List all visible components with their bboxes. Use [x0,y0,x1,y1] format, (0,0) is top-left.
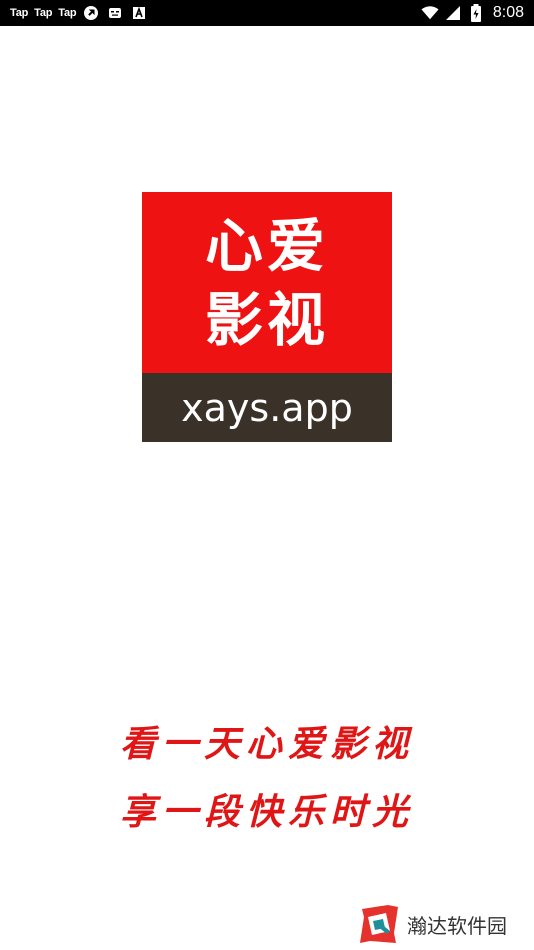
slogan-line-2: 享一段快乐时光 [119,791,414,833]
logo-title-block: 心爱 影视 [142,192,392,373]
status-clock: 8:08 [492,4,524,21]
app-logo: 心爱 影视 xays.app [142,192,392,442]
status-system: 8:08 [421,0,524,26]
logo-title-line-2: 影视 [204,286,329,354]
slogan-line-1: 看一天心爱影视 [119,723,414,765]
font-icon [130,4,148,22]
logo-title-line-1: 心爱 [204,212,329,280]
wifi-icon [421,4,439,22]
notification-tap-1: Tap [10,7,29,19]
logo-domain-block: xays.app [142,373,392,442]
gamepad-icon [106,4,124,22]
watermark-text: 瀚达软件园 [407,913,507,938]
notification-tap-3: Tap [58,7,77,19]
status-notifications: Tap Tap Tap [10,0,148,26]
signal-icon [444,4,462,22]
battery-icon [467,4,485,22]
status-bar: Tap Tap Tap 8:08 [0,0,534,26]
logo-domain-text: xays.app [181,386,353,430]
notification-tap-2: Tap [34,7,53,19]
watermark: 瀚达软件园 [358,902,528,946]
watermark-logo-icon [360,905,398,943]
sync-icon [82,4,100,22]
